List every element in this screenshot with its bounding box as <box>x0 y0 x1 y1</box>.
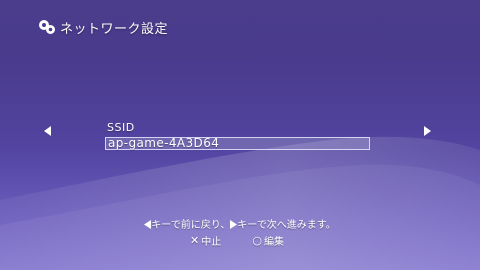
ssid-value: ap-game-4A3D64 <box>108 136 220 150</box>
cancel-label: 中止 <box>201 237 222 248</box>
edit-button[interactable]: ○ 編集 <box>252 233 284 248</box>
page-title: ネットワーク設定 <box>60 21 169 37</box>
edit-label: 編集 <box>264 237 285 248</box>
ssid-label: SSID <box>107 121 135 134</box>
ssid-input[interactable]: ap-game-4A3D64 <box>105 136 370 150</box>
navigation-hint: キーで前に戻り、 キーで次へ進みます。 <box>0 216 480 231</box>
cross-icon: ✕ <box>190 234 200 247</box>
network-settings-icon <box>39 20 55 34</box>
button-guide: ✕ 中止 ○ 編集 <box>190 233 284 248</box>
arrow-right-icon[interactable] <box>423 126 431 136</box>
page-header: ネットワーク設定 <box>38 17 168 37</box>
cancel-button[interactable]: ✕ 中止 <box>190 233 221 248</box>
arrow-left-icon[interactable] <box>44 126 52 136</box>
hint-next-text: キーで次へ進みます。 <box>237 220 336 231</box>
hint-back-text: キーで前に戻り、 <box>151 220 231 231</box>
circle-icon: ○ <box>252 234 263 247</box>
